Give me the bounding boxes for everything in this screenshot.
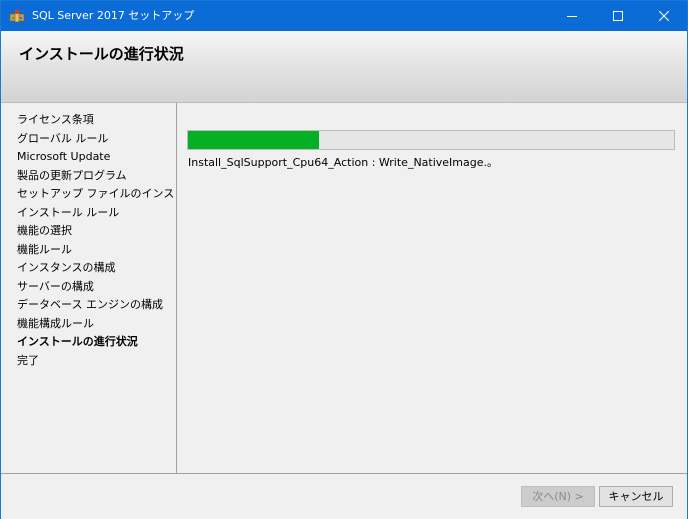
- minimize-icon: [567, 16, 577, 17]
- progress-fill: [188, 131, 320, 149]
- sidebar-item: 完了: [17, 353, 39, 367]
- close-button[interactable]: [641, 1, 687, 31]
- progress-status-text: Install_SqlSupport_Cpu64_Action : Write_…: [188, 156, 499, 169]
- page-title: インストールの進行状況: [19, 45, 184, 63]
- close-icon: [659, 11, 669, 21]
- sidebar-item: インストールの進行状況: [17, 335, 138, 348]
- sidebar-item: グローバル ルール: [17, 131, 109, 145]
- sidebar-item: Microsoft Update: [17, 150, 111, 163]
- sidebar-item: インストール ルール: [17, 205, 120, 219]
- steps-sidebar: ライセンス条項グローバル ルール Microsoft Update 製品の更新プログ…: [7, 103, 208, 473]
- sidebar-item: 機能の選択: [17, 224, 72, 237]
- sidebar-item: インスタンスの構成: [17, 261, 116, 274]
- sidebar-item: セットアップ ファイルのインストール: [17, 187, 208, 200]
- setup-window: SQL Server 2017 セットアップ インストールの進行状況 ライセンス…: [0, 0, 688, 519]
- button-bar: 次へ(N) > キャンセル: [1, 473, 687, 519]
- sidebar-item: データベース エンジンの構成: [17, 298, 163, 311]
- page-header: インストールの進行状況: [1, 31, 687, 103]
- maximize-icon: [613, 11, 623, 21]
- title-bar[interactable]: SQL Server 2017 セットアップ: [1, 1, 687, 31]
- install-progress-bar: [187, 130, 675, 150]
- sidebar-item: サーバーの構成: [17, 279, 94, 293]
- steps-list: ライセンス条項グローバル ルール Microsoft Update 製品の更新プログ…: [7, 103, 208, 370]
- maximize-button[interactable]: [595, 1, 641, 31]
- sidebar-item: 製品の更新プログラム: [17, 168, 127, 182]
- minimize-button[interactable]: [549, 1, 595, 31]
- cancel-button[interactable]: キャンセル: [599, 486, 673, 507]
- sidebar-item: 機能構成ルール: [17, 316, 94, 330]
- next-button[interactable]: 次へ(N) >: [521, 486, 595, 507]
- sql-server-setup-icon: [9, 8, 25, 24]
- main-content: Install_SqlSupport_Cpu64_Action : Write_…: [177, 103, 687, 473]
- window-title: SQL Server 2017 セットアップ: [32, 9, 195, 22]
- sidebar-item: 機能ルール: [17, 242, 72, 256]
- sidebar-item: ライセンス条項: [17, 113, 94, 126]
